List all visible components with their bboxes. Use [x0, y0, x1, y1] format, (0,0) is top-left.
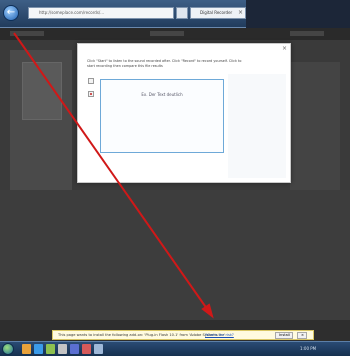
preview-text: Ex. Der Text deutlich	[141, 92, 183, 97]
recorder-dialog: × Click "Start" to listen to the sound r…	[77, 43, 291, 183]
taskbar: 1:00 PM	[0, 341, 350, 356]
notification-message: This page wants to install the following…	[58, 333, 226, 337]
dialog-instructions: Click "Start" to listen to the sound rec…	[87, 59, 242, 68]
right-column	[290, 62, 340, 202]
page-lower-area	[0, 190, 350, 320]
notification-risk-link[interactable]: What's the risk?	[205, 332, 234, 339]
app-icon[interactable]	[94, 344, 103, 354]
start-icon[interactable]	[2, 343, 14, 355]
chrome-empty-area	[246, 0, 350, 28]
app-icon[interactable]	[82, 344, 91, 354]
page-toolbar	[0, 28, 350, 40]
add-icon[interactable]	[88, 78, 94, 84]
app-icon[interactable]	[58, 344, 67, 354]
toolbar-item[interactable]	[150, 31, 184, 36]
tab-close-icon[interactable]: ×	[238, 8, 243, 18]
browser-titlebar: ← http://someplace.com/records/... Digit…	[0, 0, 350, 28]
toolbar-item[interactable]	[10, 31, 44, 36]
back-button[interactable]: ←	[3, 5, 19, 21]
thumbnail-image	[22, 62, 62, 120]
record-icon[interactable]	[88, 91, 94, 97]
tray-clock: 1:00 PM	[300, 346, 317, 351]
toolbar-item[interactable]	[290, 31, 324, 36]
tab-digital-recorder[interactable]: Digital Recorder ×	[190, 7, 246, 19]
address-bar[interactable]: http://someplace.com/records/...	[28, 7, 174, 19]
close-icon[interactable]: ×	[282, 45, 287, 52]
ie-icon[interactable]	[34, 344, 43, 354]
preview-box: Ex. Der Text deutlich	[100, 79, 224, 153]
app-icon[interactable]	[70, 344, 79, 354]
dismiss-icon[interactable]: ×	[297, 332, 307, 339]
install-button[interactable]: Install	[275, 332, 293, 339]
dialog-side-panel	[228, 74, 286, 178]
refresh-icon[interactable]	[176, 7, 188, 19]
tab-label: Digital Recorder	[200, 10, 233, 15]
addon-notification-bar: This page wants to install the following…	[52, 330, 314, 340]
screen: ← http://someplace.com/records/... Digit…	[0, 0, 350, 356]
explorer-icon[interactable]	[22, 344, 31, 354]
media-icon[interactable]	[46, 344, 55, 354]
